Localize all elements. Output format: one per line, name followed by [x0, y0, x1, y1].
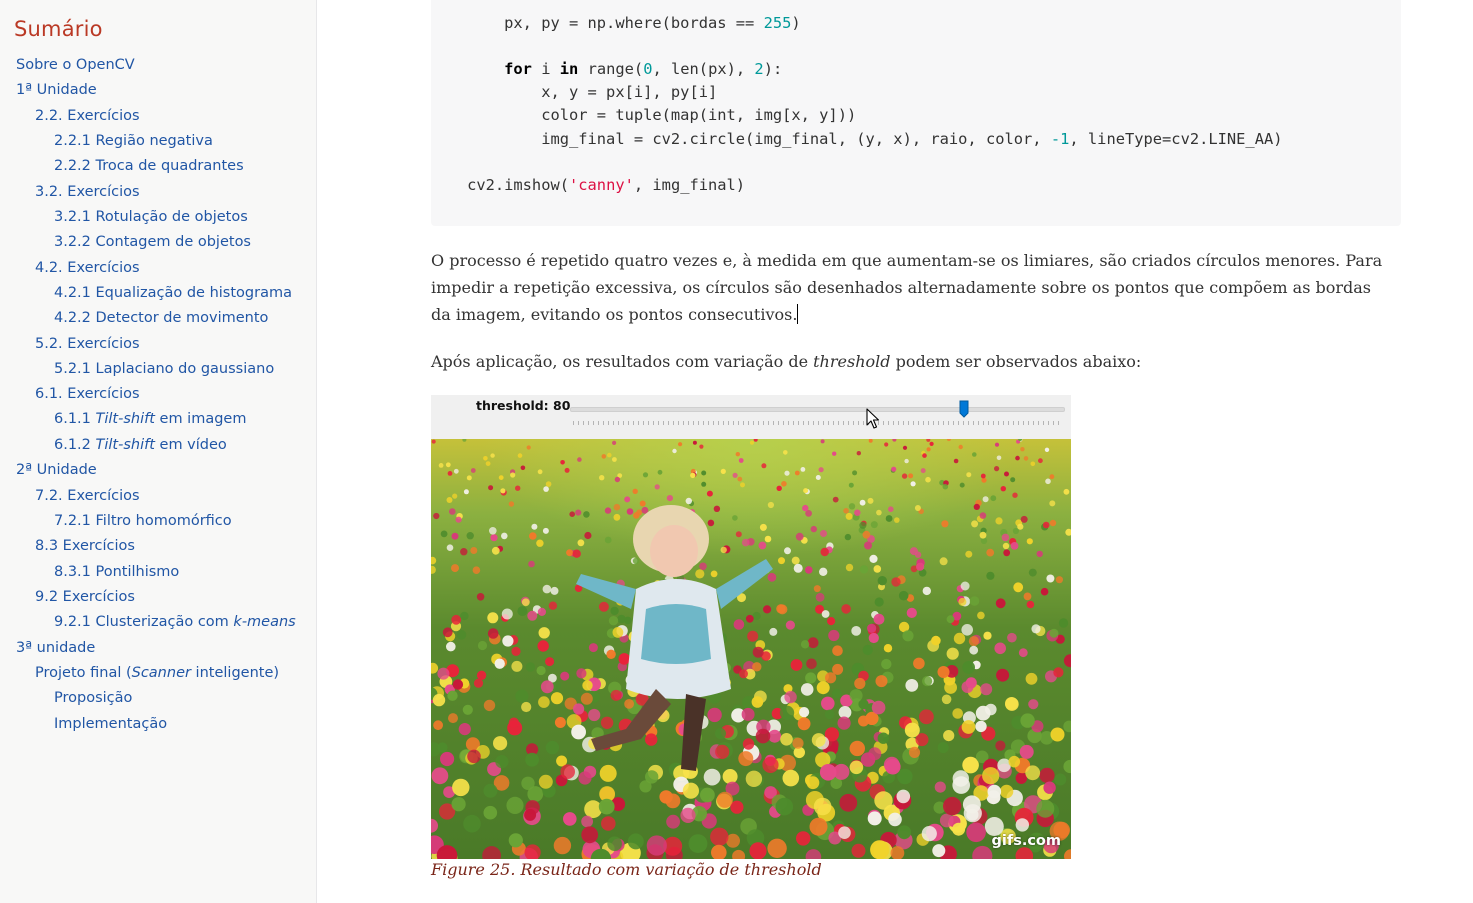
toc-link[interactable]: 6.1.1 Tilt-shift em imagem [54, 411, 246, 427]
toc-link[interactable]: 1ª Unidade [16, 82, 97, 98]
toc-link-text: 2.2.2 Troca de quadrantes [54, 158, 244, 174]
toc-link-italic: k-means [233, 614, 296, 630]
toc-link[interactable]: 6.1.2 Tilt-shift em vídeo [54, 437, 227, 453]
toc-link-text: 4.2. Exercícios [35, 260, 140, 276]
text-caret [797, 304, 799, 324]
toc-link[interactable]: 2.2.1 Região negativa [54, 133, 213, 149]
result-figure: threshold: 80 gifs.com [431, 395, 1071, 859]
mouse-cursor-icon [866, 408, 880, 429]
paragraph-results-after: podem ser observados abaixo: [890, 352, 1142, 371]
toc-link[interactable]: 2.2.2 Troca de quadrantes [54, 158, 244, 174]
toc-link-text: 2.2. Exercícios [35, 108, 140, 124]
toc-link[interactable]: 4.2.1 Equalização de histograma [54, 285, 292, 301]
paragraph-results-em: threshold [813, 352, 891, 371]
toc-link-after: em imagem [154, 411, 247, 427]
toc-link-text: 7.2. Exercícios [35, 488, 140, 504]
toc-link-text: Implementação [54, 716, 168, 732]
toc-link-text: 6.1.1 [54, 411, 96, 427]
toc-link-after: inteligente) [190, 665, 280, 681]
table-of-contents: Sumário Sobre o OpenCV 1ª Unidade 2.2. Exe… [0, 0, 317, 903]
toc-link-text: Projeto final ( [35, 665, 132, 681]
toc-link[interactable]: 6.1. Exercícios [35, 386, 140, 402]
toc-link[interactable]: 3ª unidade [16, 640, 95, 656]
toc-link-text: 9.2 Exercícios [35, 589, 135, 605]
pointillism-result-image: gifs.com [431, 439, 1071, 859]
toc-link[interactable]: 7.2.1 Filtro homomórfico [54, 513, 232, 529]
slider-track[interactable] [570, 407, 1065, 412]
toc-link-italic: Scanner [131, 665, 191, 681]
toc-link-text: 9.2.1 Clusterização com [54, 614, 234, 630]
toc-link[interactable]: Sobre o OpenCV [16, 57, 135, 73]
gifs-watermark: gifs.com [991, 833, 1061, 849]
slider-ticks [573, 421, 1059, 425]
toc-title: Sumário [14, 17, 103, 41]
toc-link[interactable]: 5.2. Exercícios [35, 336, 140, 352]
toc-link-italic: Tilt-shift [95, 437, 155, 453]
toc-link-text: 5.2. Exercícios [35, 336, 140, 352]
toc-link[interactable]: 3.2.2 Contagem de objetos [54, 234, 251, 250]
trackbar-label: threshold: 80 [476, 398, 571, 413]
paragraph-process: O processo é repetido quatro vezes e, à … [431, 251, 1383, 324]
toc-link[interactable]: 7.2. Exercícios [35, 488, 140, 504]
toc-link-italic: Tilt-shift [95, 411, 155, 427]
toc-link[interactable]: Projeto final (Scanner inteligente) [35, 665, 279, 681]
toc-link-after: em vídeo [154, 437, 227, 453]
paragraph-results: Após aplicação, os resultados com variaç… [431, 348, 1391, 375]
toc-link-text: 3ª unidade [16, 640, 96, 656]
toc-link[interactable]: 4.2. Exercícios [35, 260, 140, 276]
toc-link-text: Sobre o OpenCV [16, 57, 135, 73]
toc-link-text: 8.3 Exercícios [35, 538, 135, 554]
toc-link-text: 6.1. Exercícios [35, 386, 140, 402]
toc-link[interactable]: 9.2 Exercícios [35, 589, 135, 605]
toc-link[interactable]: 9.2.1 Clusterização com k-means [54, 614, 296, 630]
toc-link[interactable]: 3.2. Exercícios [35, 184, 140, 200]
toc-link-text: 4.2.1 Equalização de histograma [54, 285, 292, 301]
toc-link-text: 2ª Unidade [16, 462, 97, 478]
toc-link-text: 4.2.2 Detector de movimento [54, 310, 269, 326]
toc-link-text: 2.2.1 Região negativa [54, 133, 213, 149]
flower-field-image [431, 439, 1071, 859]
paragraph-results-before: Após aplicação, os resultados com variaç… [431, 352, 814, 371]
threshold-trackbar: threshold: 80 [431, 395, 1071, 439]
toc-link-text: 8.3.1 Pontilhismo [54, 564, 180, 580]
toc-link-text: 7.2.1 Filtro homomórfico [54, 513, 232, 529]
toc-link[interactable]: 2.2. Exercícios [35, 108, 140, 124]
toc-link[interactable]: Implementação [54, 716, 167, 732]
toc-link-text: 1ª Unidade [16, 82, 97, 98]
figure-caption: Figure 25. Resultado com variação de thr… [431, 860, 822, 879]
toc-link[interactable]: 4.2.2 Detector de movimento [54, 310, 268, 326]
toc-link-text: 5.2.1 Laplaciano do gaussiano [54, 361, 275, 377]
toc-link[interactable]: 2ª Unidade [16, 462, 97, 478]
toc-link-text: Proposição [54, 690, 133, 706]
toc-link-text: 3.2.2 Contagem de objetos [54, 234, 251, 250]
toc-link-text: 6.1.2 [54, 437, 96, 453]
slider-thumb[interactable] [959, 400, 969, 418]
code-block: px, py = np.where(bordas == 255) for i i… [431, 0, 1401, 226]
code-text: px, py = np.where(bordas == 255) for i i… [467, 14, 1283, 194]
toc-link[interactable]: 5.2.1 Laplaciano do gaussiano [54, 361, 274, 377]
toc-link[interactable]: Proposição [54, 690, 132, 706]
toc-link[interactable]: 8.3 Exercícios [35, 538, 135, 554]
toc-link[interactable]: 3.2.1 Rotulação de objetos [54, 209, 248, 225]
toc-link[interactable]: 8.3.1 Pontilhismo [54, 564, 179, 580]
toc-link-text: 3.2. Exercícios [35, 184, 140, 200]
toc-link-text: 3.2.1 Rotulação de objetos [54, 209, 248, 225]
